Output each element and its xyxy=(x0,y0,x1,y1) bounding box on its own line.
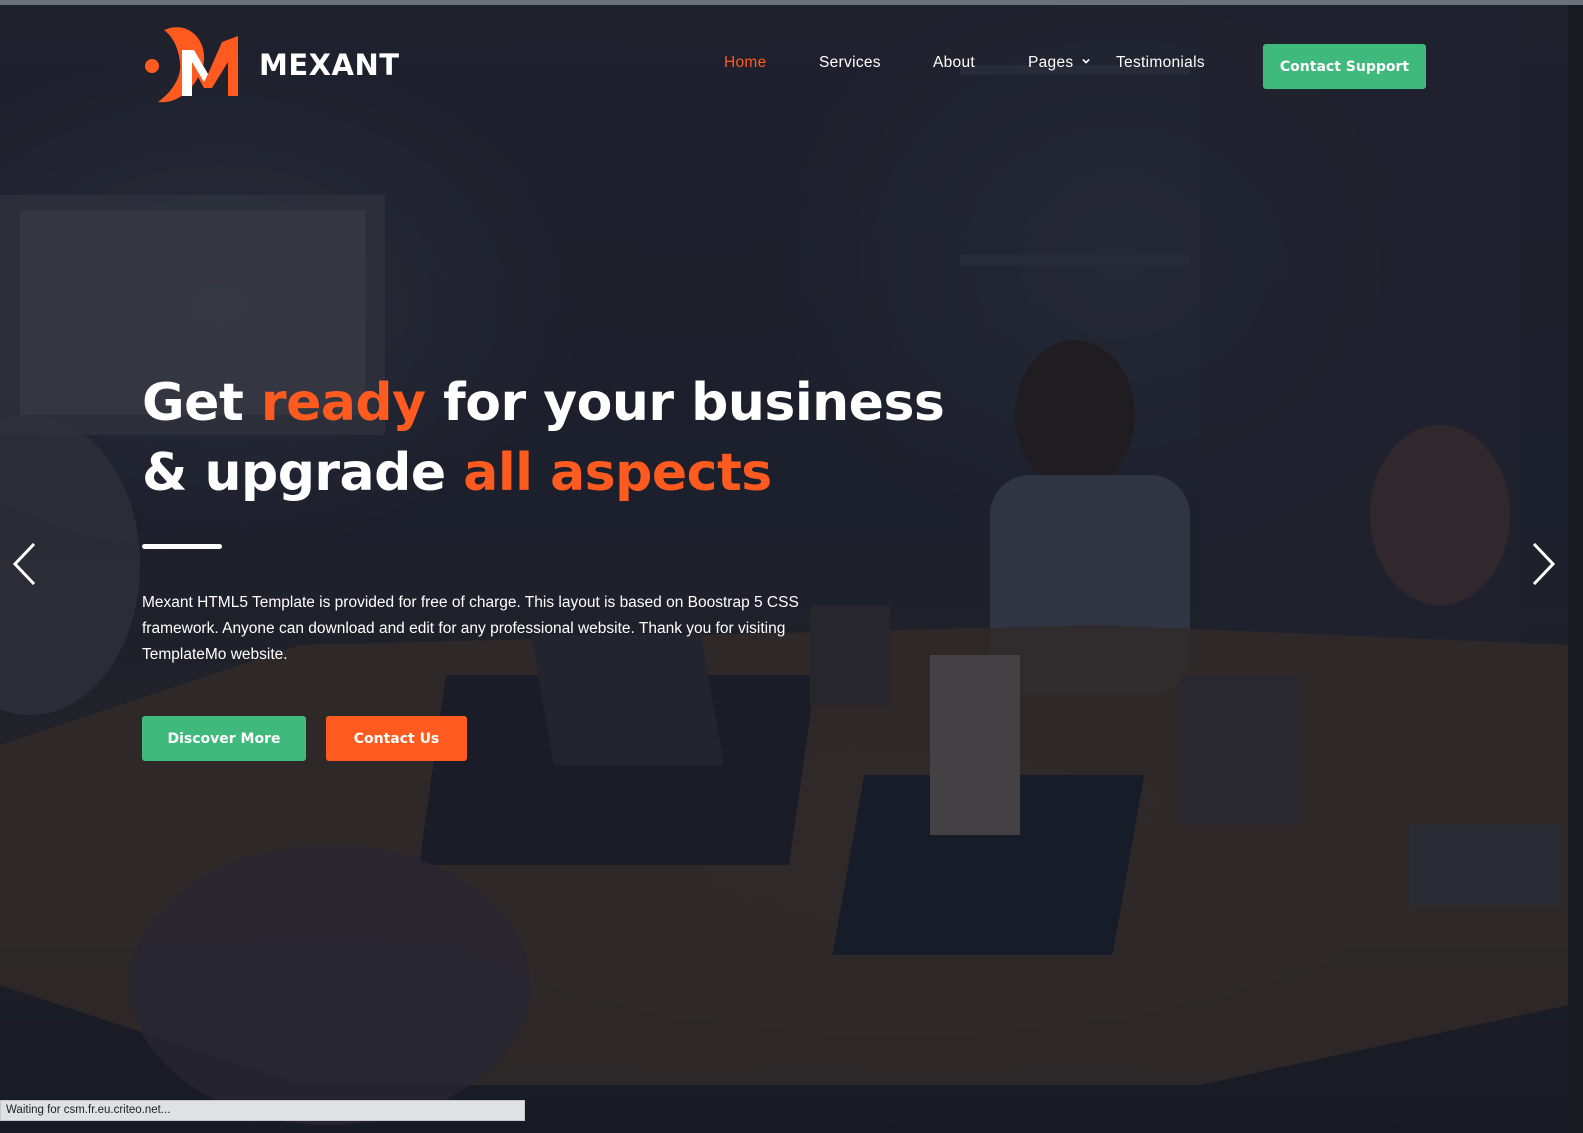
headline-divider xyxy=(142,544,222,549)
brand-name: MEXANT xyxy=(259,48,400,82)
browser-scrollbar-area xyxy=(1568,5,1583,1133)
hero-section xyxy=(0,5,1568,1133)
discover-more-button[interactable]: Discover More xyxy=(142,716,306,761)
chevron-right-icon[interactable] xyxy=(1530,540,1558,588)
hero-dark-overlay xyxy=(0,5,1568,1133)
hero-description: Mexant HTML5 Template is provided for fr… xyxy=(142,594,799,663)
nav-item-services[interactable]: Services xyxy=(819,54,881,72)
nav-item-pages[interactable]: Pages xyxy=(1028,54,1090,72)
contact-us-button[interactable]: Contact Us xyxy=(326,716,467,761)
headline-text: Get xyxy=(142,373,261,433)
logo-mark-icon xyxy=(145,27,238,103)
headline-highlight: all aspects xyxy=(463,443,772,503)
hero-headline: Get ready for your business & upgrade al… xyxy=(142,368,1042,508)
headline-text: & upgrade xyxy=(142,443,464,503)
nav-item-testimonials[interactable]: Testimonials xyxy=(1116,54,1205,72)
chevron-left-icon[interactable] xyxy=(10,540,38,588)
chevron-down-icon xyxy=(1082,58,1090,64)
site-logo[interactable]: MEXANT xyxy=(142,22,400,108)
nav-item-pages-label: Pages xyxy=(1028,54,1074,71)
nav-item-about[interactable]: About xyxy=(933,54,975,72)
contact-support-button[interactable]: Contact Support xyxy=(1263,44,1426,89)
headline-highlight: ready xyxy=(260,373,426,433)
headline-text: for your business xyxy=(425,373,945,433)
nav-item-home[interactable]: Home xyxy=(724,54,767,72)
browser-status-bar: Waiting for csm.fr.eu.criteo.net... xyxy=(0,1100,525,1121)
